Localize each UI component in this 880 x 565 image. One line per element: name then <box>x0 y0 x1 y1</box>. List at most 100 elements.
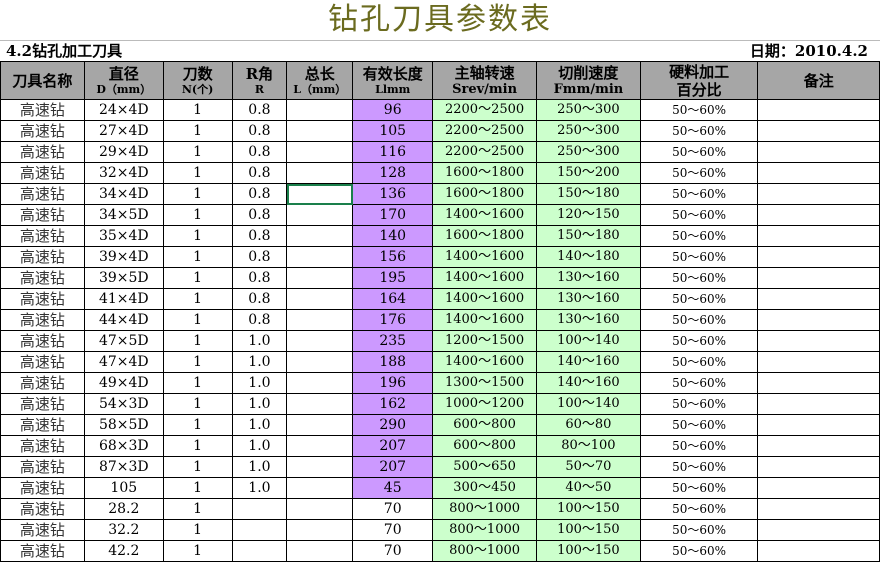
cell-total-length[interactable] <box>286 120 354 142</box>
cell-radius[interactable]: 1.0 <box>231 372 288 394</box>
cell-diameter[interactable]: 54×3D <box>83 393 164 415</box>
cell-name[interactable]: 高速钻 <box>0 99 85 121</box>
cell-effective-length[interactable]: 45 <box>352 477 434 499</box>
cell-hard-material[interactable]: 50～60% <box>639 372 759 394</box>
cell-diameter[interactable]: 39×4D <box>83 246 164 268</box>
cell-flutes[interactable]: 1 <box>162 414 233 436</box>
header-diameter[interactable]: 直径 D（mm） <box>83 61 164 100</box>
cell-total-length[interactable] <box>286 435 354 457</box>
cell-hard-material[interactable]: 50～60% <box>639 519 759 541</box>
cell-radius[interactable]: 0.8 <box>231 288 288 310</box>
cell-diameter[interactable]: 47×5D <box>83 330 164 352</box>
cell-name[interactable]: 高速钻 <box>0 330 85 352</box>
cell-flutes[interactable]: 1 <box>162 372 233 394</box>
cell-total-length[interactable] <box>286 162 354 184</box>
cell-diameter[interactable]: 58×5D <box>83 414 164 436</box>
cell-hard-material[interactable]: 50～60% <box>639 414 759 436</box>
cell-diameter[interactable]: 34×5D <box>83 204 164 226</box>
cell-total-length[interactable] <box>286 519 354 541</box>
cell-diameter[interactable]: 42.2 <box>83 540 164 562</box>
cell-hard-material[interactable]: 50～60% <box>639 351 759 373</box>
cell-effective-length[interactable]: 207 <box>352 435 434 457</box>
cell-name[interactable]: 高速钻 <box>0 120 85 142</box>
cell-feed-rate[interactable]: 100～150 <box>536 519 641 541</box>
cell-total-length[interactable] <box>286 246 354 268</box>
cell-notes[interactable] <box>757 288 880 310</box>
cell-total-length[interactable] <box>286 498 354 520</box>
cell-feed-rate[interactable]: 50～70 <box>536 456 641 478</box>
cell-notes[interactable] <box>757 519 880 541</box>
cell-hard-material[interactable]: 50～60% <box>639 162 759 184</box>
cell-hard-material[interactable]: 50～60% <box>639 120 759 142</box>
cell-hard-material[interactable]: 50～60% <box>639 477 759 499</box>
cell-total-length[interactable] <box>286 351 354 373</box>
cell-name[interactable]: 高速钻 <box>0 519 85 541</box>
cell-spindle-speed[interactable]: 1600～1800 <box>432 183 537 205</box>
header-hard-material[interactable]: 硬料加工 百分比 <box>639 61 759 100</box>
cell-name[interactable]: 高速钻 <box>0 309 85 331</box>
date-label[interactable]: 日期：2010.4.2 <box>750 41 868 62</box>
cell-spindle-speed[interactable]: 1400～1600 <box>432 351 537 373</box>
cell-hard-material[interactable]: 50～60% <box>639 435 759 457</box>
cell-hard-material[interactable]: 50～60% <box>639 204 759 226</box>
cell-name[interactable]: 高速钻 <box>0 498 85 520</box>
cell-effective-length[interactable]: 176 <box>352 309 434 331</box>
cell-notes[interactable] <box>757 120 880 142</box>
cell-diameter[interactable]: 34×4D <box>83 183 164 205</box>
cell-radius[interactable]: 1.0 <box>231 435 288 457</box>
cell-spindle-speed[interactable]: 2200～2500 <box>432 141 537 163</box>
cell-name[interactable]: 高速钻 <box>0 393 85 415</box>
cell-feed-rate[interactable]: 130～160 <box>536 309 641 331</box>
cell-effective-length[interactable]: 162 <box>352 393 434 415</box>
cell-total-length[interactable] <box>286 141 354 163</box>
cell-spindle-speed[interactable]: 800～1000 <box>432 498 537 520</box>
cell-diameter[interactable]: 28.2 <box>83 498 164 520</box>
cell-flutes[interactable]: 1 <box>162 477 233 499</box>
cell-flutes[interactable]: 1 <box>162 393 233 415</box>
cell-name[interactable]: 高速钻 <box>0 288 85 310</box>
cell-effective-length[interactable]: 140 <box>352 225 434 247</box>
cell-notes[interactable] <box>757 99 880 121</box>
cell-notes[interactable] <box>757 246 880 268</box>
cell-total-length[interactable] <box>286 99 354 121</box>
cell-total-length[interactable] <box>286 372 354 394</box>
cell-effective-length[interactable]: 156 <box>352 246 434 268</box>
cell-diameter[interactable]: 87×3D <box>83 456 164 478</box>
cell-diameter[interactable]: 105 <box>83 477 164 499</box>
cell-feed-rate[interactable]: 100～150 <box>536 498 641 520</box>
cell-feed-rate[interactable]: 150～180 <box>536 225 641 247</box>
cell-spindle-speed[interactable]: 1000～1200 <box>432 393 537 415</box>
cell-radius[interactable]: 0.8 <box>231 225 288 247</box>
header-feed-rate[interactable]: 切削速度 Fmm/min <box>536 61 641 100</box>
cell-total-length[interactable] <box>286 204 354 226</box>
cell-feed-rate[interactable]: 250～300 <box>536 141 641 163</box>
cell-spindle-speed[interactable]: 600～800 <box>432 414 537 436</box>
cell-name[interactable]: 高速钻 <box>0 225 85 247</box>
cell-spindle-speed[interactable]: 800～1000 <box>432 540 537 562</box>
cell-total-length[interactable] <box>286 330 354 352</box>
cell-radius[interactable]: 0.8 <box>231 120 288 142</box>
cell-effective-length[interactable]: 136 <box>352 183 434 205</box>
cell-radius[interactable] <box>231 540 288 562</box>
cell-radius[interactable]: 0.8 <box>231 99 288 121</box>
cell-radius[interactable]: 0.8 <box>231 267 288 289</box>
header-effective-length[interactable]: 有效长度 Llmm <box>352 61 434 100</box>
cell-spindle-speed[interactable]: 1400～1600 <box>432 267 537 289</box>
cell-effective-length[interactable]: 207 <box>352 456 434 478</box>
cell-feed-rate[interactable]: 250～300 <box>536 99 641 121</box>
cell-total-length[interactable] <box>286 414 354 436</box>
cell-spindle-speed[interactable]: 500～650 <box>432 456 537 478</box>
cell-notes[interactable] <box>757 351 880 373</box>
cell-feed-rate[interactable]: 40～50 <box>536 477 641 499</box>
cell-flutes[interactable]: 1 <box>162 162 233 184</box>
cell-hard-material[interactable]: 50～60% <box>639 225 759 247</box>
cell-spindle-speed[interactable]: 1600～1800 <box>432 162 537 184</box>
cell-total-length[interactable] <box>286 477 354 499</box>
cell-spindle-speed[interactable]: 1600～1800 <box>432 225 537 247</box>
cell-flutes[interactable]: 1 <box>162 456 233 478</box>
cell-effective-length[interactable]: 164 <box>352 288 434 310</box>
cell-hard-material[interactable]: 50～60% <box>639 498 759 520</box>
cell-notes[interactable] <box>757 309 880 331</box>
cell-flutes[interactable]: 1 <box>162 288 233 310</box>
cell-diameter[interactable]: 47×4D <box>83 351 164 373</box>
